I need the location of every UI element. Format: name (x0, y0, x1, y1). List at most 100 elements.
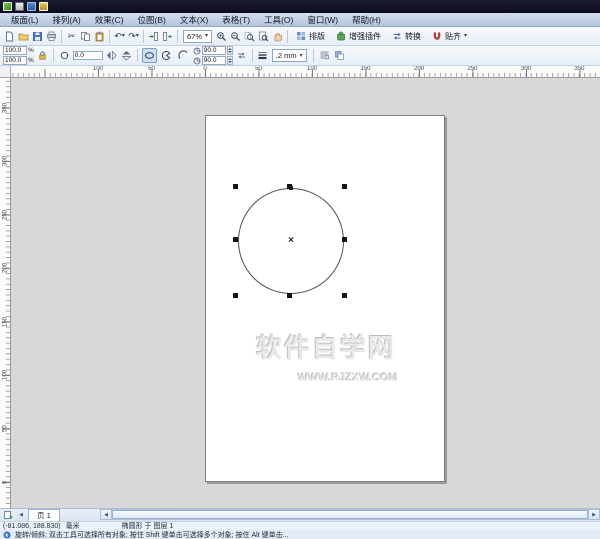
plugins-button[interactable]: 增强插件 (331, 29, 386, 44)
scissors-icon: ✂ (68, 32, 76, 41)
menu-item[interactable]: 排列(A) (45, 13, 87, 26)
selection-handle-top-left[interactable] (233, 184, 238, 189)
snap-to-button[interactable]: 贴齐 ▾ (427, 29, 472, 44)
pick-tool-icon (3, 531, 11, 539)
dropdown-arrow-icon: ▾ (464, 33, 467, 39)
layer-order-icon (334, 50, 345, 61)
selection-handle-bottom-left[interactable] (233, 293, 238, 298)
add-page-button[interactable] (2, 509, 14, 521)
swap-direction-icon (236, 50, 247, 61)
plugins-button-label: 增强插件 (349, 31, 381, 42)
save-icon[interactable] (27, 2, 36, 11)
menu-item[interactable]: 位图(B) (131, 13, 173, 26)
toolbar-separator (61, 30, 62, 43)
snap-button-label: 贴齐 (445, 31, 461, 42)
toolbar-separator (177, 30, 178, 43)
wrap-text-button[interactable] (318, 48, 331, 63)
import-button[interactable] (147, 29, 160, 44)
open-button[interactable] (17, 29, 30, 44)
page-tab[interactable]: 页 1 (28, 509, 60, 521)
menu-item[interactable]: 帮助(H) (345, 13, 388, 26)
ellipse-mode-button[interactable] (142, 48, 157, 63)
scale-vertical-input[interactable] (3, 56, 27, 65)
pan-button[interactable] (271, 29, 284, 44)
vertical-ruler[interactable]: 350300250200150100500 (0, 78, 11, 508)
start-angle-spinner[interactable] (227, 46, 233, 55)
zoom-in-button[interactable] (215, 29, 228, 44)
export-button[interactable] (161, 29, 174, 44)
rotation-angle-input[interactable] (73, 51, 103, 60)
zoom-out-icon (230, 31, 241, 42)
selection-handle-middle-right[interactable] (342, 237, 347, 242)
zoom-level-combo[interactable]: 67% ▾ (183, 30, 212, 43)
zoom-to-selection-button[interactable] (243, 29, 256, 44)
arc-angle-fields (193, 46, 233, 65)
arrange-button[interactable]: 排版 (291, 29, 330, 44)
pie-mode-button[interactable] (159, 48, 174, 63)
selection-handle-top-middle[interactable] (287, 184, 292, 189)
menu-item[interactable]: 窗口(W) (300, 13, 345, 26)
start-angle-input[interactable] (202, 46, 226, 55)
app-icon[interactable] (3, 2, 12, 11)
zoom-selection-icon (244, 31, 255, 42)
zoom-out-button[interactable] (229, 29, 242, 44)
horizontal-ruler[interactable]: 10050050100150200250300350 (11, 66, 600, 78)
scrollbar-thumb[interactable] (112, 510, 588, 519)
menu-item[interactable]: 表格(T) (215, 13, 257, 26)
menu-item[interactable]: 效果(C) (88, 13, 131, 26)
new-document-button[interactable] (3, 29, 16, 44)
to-back-button[interactable] (333, 48, 346, 63)
zoom-in-icon (216, 31, 227, 42)
print-button[interactable] (45, 29, 58, 44)
menu-item[interactable]: 文本(X) (173, 13, 215, 26)
zoom-to-page-button[interactable] (257, 29, 270, 44)
undo-arrow-icon: ↶ (114, 32, 122, 41)
previous-page-button[interactable]: ◀ (16, 509, 26, 521)
convert-button[interactable]: 转换 (387, 29, 426, 44)
paste-button[interactable] (93, 29, 106, 44)
percent-label: % (28, 57, 34, 64)
undo-button[interactable]: ↶▾ (113, 29, 126, 44)
undo-icon[interactable] (39, 2, 48, 11)
titlebar (0, 0, 600, 13)
change-direction-button[interactable] (235, 48, 248, 63)
redo-arrow-icon: ↷ (128, 32, 136, 41)
property-bar: % % (0, 46, 600, 66)
new-document-icon[interactable] (15, 2, 24, 11)
ruler-origin-corner[interactable] (0, 66, 11, 78)
rotation-icon-button[interactable] (58, 48, 71, 63)
end-angle-spinner[interactable] (227, 56, 233, 65)
selection-center-mark: × (285, 235, 297, 247)
new-document-icon (4, 31, 15, 42)
scroll-left-arrow[interactable]: ◀ (101, 510, 112, 519)
end-angle-input[interactable] (202, 56, 226, 65)
menu-item[interactable]: 版面(L) (4, 13, 45, 26)
drawing-canvas[interactable]: 软件自学网 WWW.RJZXW.COM × (11, 78, 600, 508)
mirror-horizontal-button[interactable] (105, 48, 118, 63)
ruler-number: 150 (0, 312, 11, 332)
ruler-number: 50 (0, 419, 11, 439)
ruler-number: 250 (463, 66, 483, 72)
scale-horizontal-input[interactable] (3, 46, 27, 55)
lock-ratio-button[interactable] (36, 48, 49, 63)
printer-icon (46, 31, 57, 42)
save-button[interactable] (31, 29, 44, 44)
outline-width-combo[interactable]: .2 mm ▾ (272, 49, 307, 62)
mirror-vertical-button[interactable] (120, 48, 133, 63)
dropdown-arrow-icon: ▾ (205, 33, 208, 39)
menu-item[interactable]: 工具(O) (257, 13, 300, 26)
selection-handle-middle-left[interactable] (233, 237, 238, 242)
ellipse-icon (144, 50, 155, 61)
watermark-title: 软件自学网 (250, 328, 402, 365)
redo-button[interactable]: ↷▾ (127, 29, 140, 44)
cut-button[interactable]: ✂ (65, 29, 78, 44)
selection-handle-bottom-middle[interactable] (287, 293, 292, 298)
selection-handle-bottom-right[interactable] (342, 293, 347, 298)
ruler-number: 100 (88, 66, 108, 72)
selection-handle-top-right[interactable] (342, 184, 347, 189)
scroll-right-arrow[interactable]: ▶ (588, 510, 599, 519)
arc-mode-button[interactable] (176, 48, 191, 63)
horizontal-scrollbar[interactable]: ◀ ▶ (100, 509, 600, 520)
document-page[interactable]: 软件自学网 WWW.RJZXW.COM × (205, 115, 445, 482)
copy-button[interactable] (79, 29, 92, 44)
